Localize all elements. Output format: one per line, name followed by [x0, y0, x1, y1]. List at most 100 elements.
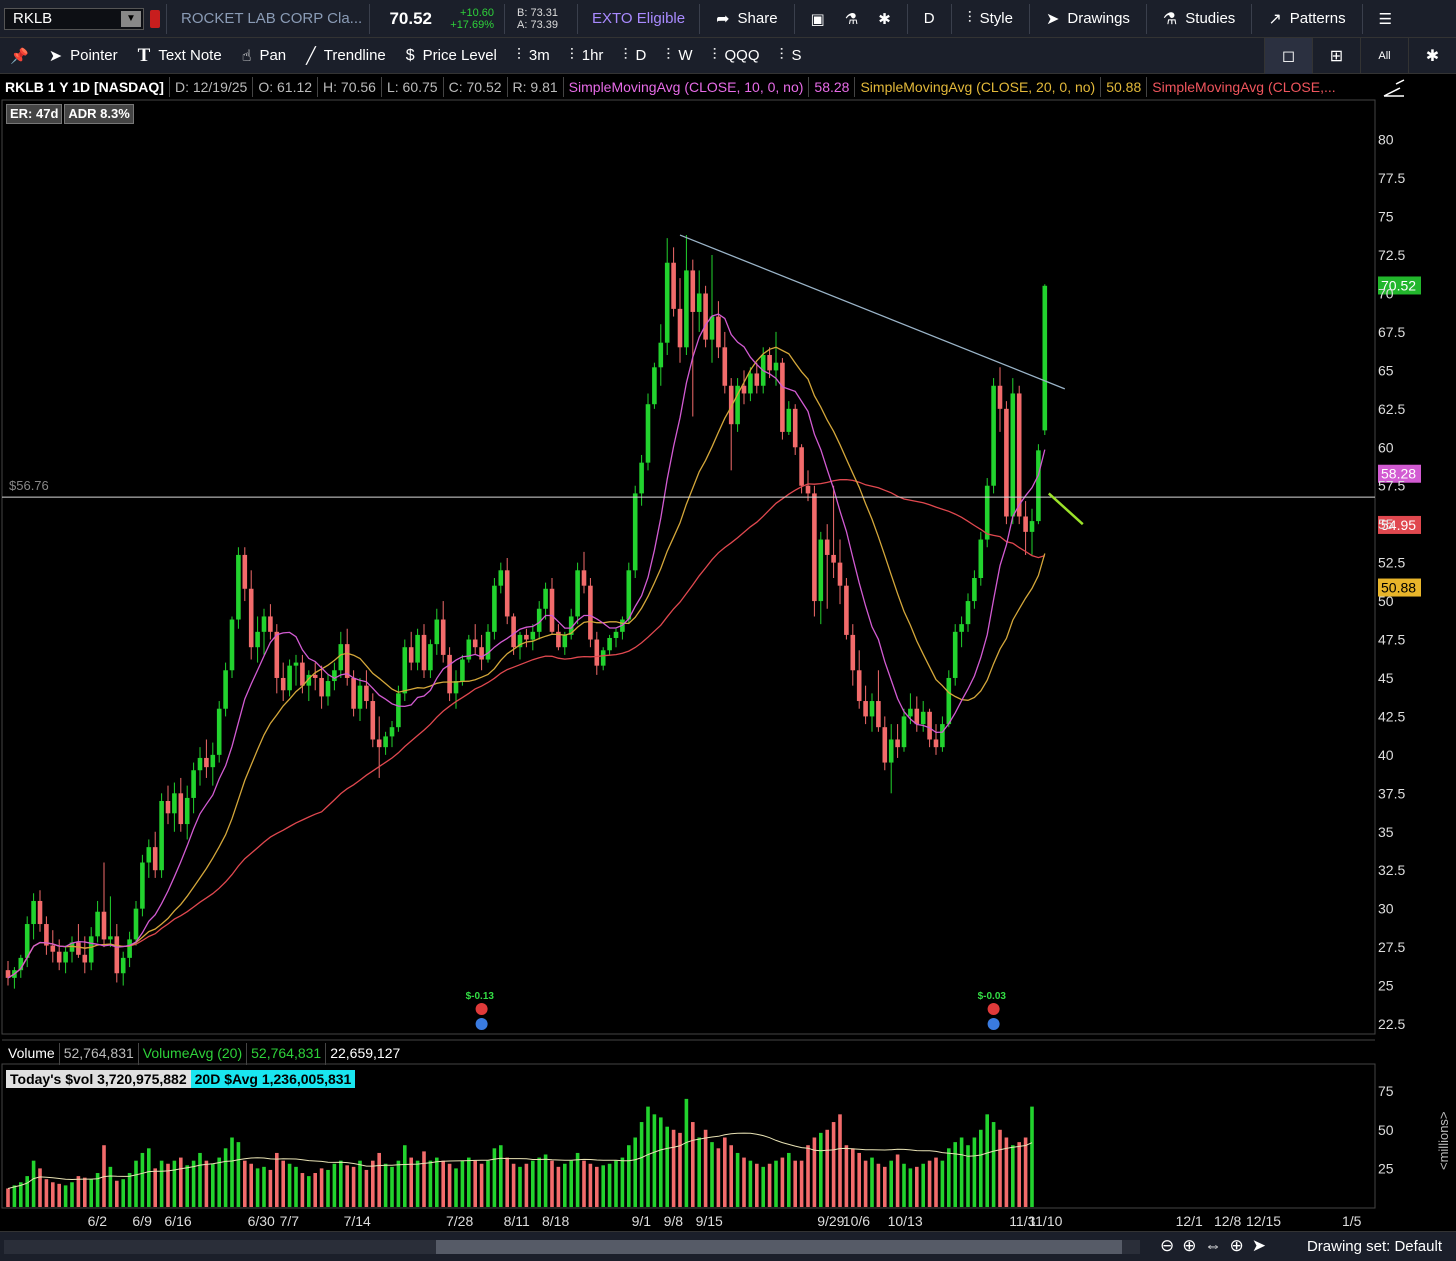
candle-body [460, 659, 465, 682]
volume-bar [633, 1137, 637, 1207]
candle-body [575, 570, 580, 617]
volume-bar [319, 1168, 324, 1207]
volume-bar [665, 1126, 669, 1207]
candle-body [287, 665, 292, 691]
candle-body [812, 493, 817, 602]
volume-bar [607, 1163, 612, 1207]
earnings-marker-2-label: $-0.03 [978, 991, 1007, 1002]
x-tick-label: 12/15 [1246, 1213, 1281, 1229]
x-tick-label: 6/30 [248, 1213, 275, 1229]
candle-body [914, 708, 920, 725]
price-pane-frame [1, 99, 1376, 1035]
candle-body [645, 404, 651, 463]
y-tick-label: 47.5 [1378, 632, 1405, 648]
volume-label: Volume [4, 1043, 60, 1065]
y-tick-label: 67.5 [1378, 324, 1405, 340]
horizontal-scrollbar[interactable] [4, 1240, 1140, 1254]
candle-body [952, 631, 958, 678]
candle-body [312, 674, 318, 678]
y-tick-label: 27.5 [1378, 939, 1405, 955]
candle-body [748, 373, 753, 394]
volume-bar [6, 1188, 10, 1207]
volume-bar [313, 1173, 317, 1207]
candle-body [690, 270, 696, 312]
volume-bar [1023, 1137, 1028, 1207]
volume-bar [972, 1137, 977, 1207]
volume-bar [588, 1163, 593, 1207]
volume-unit-label: <millions> [1436, 1111, 1451, 1170]
x-tick-label: 9/8 [664, 1213, 684, 1229]
volume-bar [326, 1169, 330, 1207]
volume-header: Volume 52,764,831 VolumeAvg (20) 52,764,… [4, 1043, 404, 1065]
crosshair-icon[interactable]: ⊕ [1230, 1236, 1244, 1256]
candle-body [184, 797, 190, 825]
volume-bar [511, 1163, 516, 1207]
candle-body [332, 670, 337, 682]
volume-bar [89, 1179, 93, 1207]
x-tick-label: 7/7 [280, 1213, 300, 1229]
candle-body [991, 385, 996, 486]
candle-body [76, 942, 81, 955]
candle-body [434, 619, 440, 645]
candle-body [133, 908, 139, 940]
candle-body [684, 270, 689, 348]
candle-body [428, 644, 433, 671]
candle-body [389, 727, 395, 737]
candle-body [159, 801, 164, 871]
price-level-label: $56.76 [9, 478, 49, 493]
volume-bar [543, 1154, 548, 1207]
candle-body [31, 900, 36, 925]
candle-body [1004, 408, 1009, 517]
volume-bar [870, 1157, 874, 1207]
volume-tick-label: 50 [1378, 1122, 1394, 1138]
scrollbar-thumb[interactable] [436, 1240, 1122, 1254]
y-tick-label: 40 [1378, 747, 1394, 763]
candle-body [850, 634, 856, 671]
volume-bar [83, 1177, 87, 1207]
y-tick-label: 77.5 [1378, 170, 1405, 186]
volume-bar [819, 1132, 823, 1207]
y-tick-label: 25 [1378, 978, 1394, 994]
volume-bar [857, 1152, 861, 1207]
zoom-controls: ⊖ ⊕ ⇔ ⊕ ➤ [1160, 1236, 1274, 1256]
fit-icon[interactable]: ⇔ [1205, 1236, 1222, 1256]
volume-bar [780, 1157, 785, 1207]
zoom-out-icon[interactable]: ⊖ [1160, 1236, 1174, 1256]
volume-tick-label: 75 [1378, 1083, 1394, 1099]
volume-bar [403, 1145, 407, 1207]
volume-bar [435, 1157, 439, 1207]
candle-body [396, 693, 401, 728]
candle-body [888, 739, 894, 763]
candle-body [933, 739, 939, 748]
drawing-set[interactable]: Drawing set: Default [1307, 1238, 1442, 1255]
volume-bar [902, 1163, 906, 1207]
candle-body [530, 631, 536, 640]
candle-body [856, 670, 862, 702]
candle-body [255, 631, 260, 648]
volume-bar [1017, 1142, 1021, 1207]
zoom-in-icon[interactable]: ⊕ [1182, 1236, 1196, 1256]
volume-bar [883, 1166, 887, 1207]
candle-body [703, 293, 708, 340]
volume-bar [121, 1179, 125, 1207]
candle-body [300, 662, 305, 686]
y-tick-label: 55 [1378, 516, 1394, 532]
avg-dollar-volume: 20D $Avg 1,236,005,831 [190, 1070, 356, 1088]
candle-body [639, 462, 644, 494]
candle-body [50, 945, 56, 952]
volume-bar [499, 1145, 503, 1207]
candle-body [479, 647, 484, 660]
volume-bar [921, 1163, 925, 1207]
volume-bar [12, 1185, 17, 1207]
candle-body [1029, 521, 1035, 532]
volume-avg-label[interactable]: VolumeAvg (20) [139, 1043, 248, 1065]
volume-bar [332, 1163, 337, 1207]
volume-bar [825, 1129, 829, 1207]
cursor-icon[interactable]: ➤ [1252, 1236, 1266, 1256]
candle-body [984, 485, 990, 540]
y-tick-label: 57.5 [1378, 478, 1405, 494]
candle-body [216, 708, 222, 755]
volume-bar [959, 1137, 964, 1207]
volume-bar [262, 1166, 266, 1207]
candle-body [95, 911, 100, 937]
